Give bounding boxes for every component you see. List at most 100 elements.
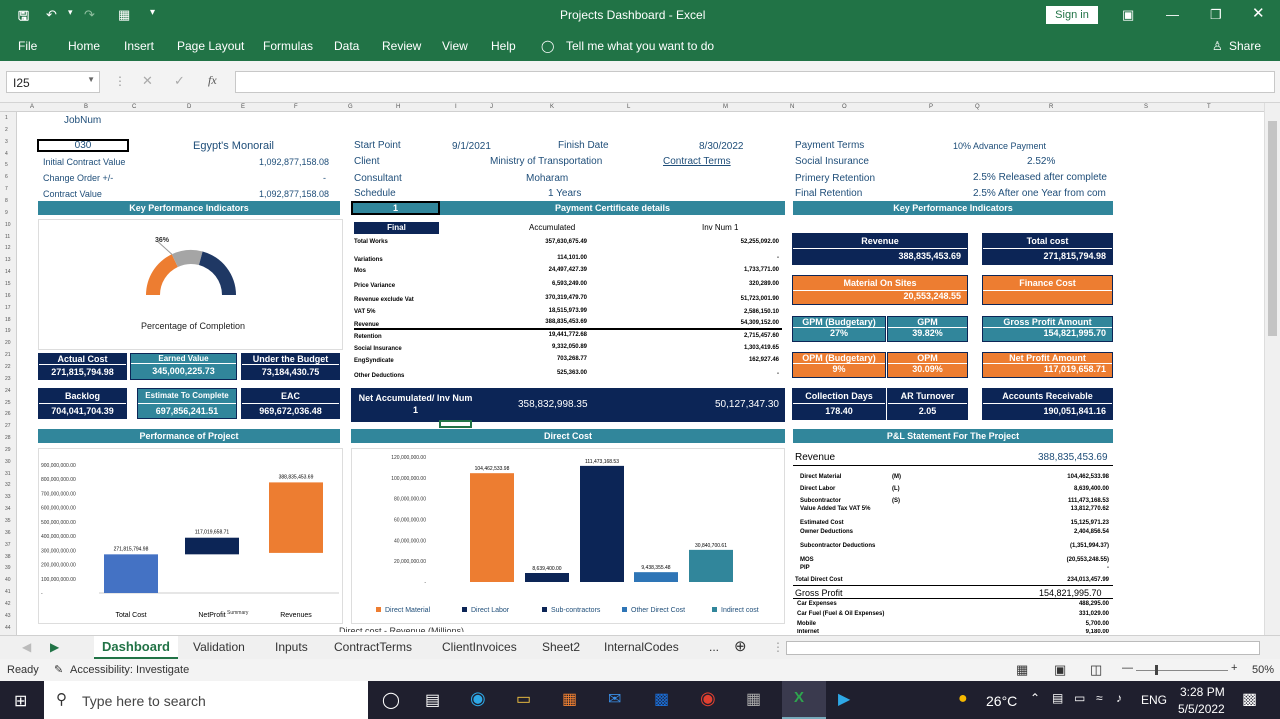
contract-terms-link[interactable]: Contract Terms [663, 156, 731, 167]
column-header[interactable]: D [187, 104, 191, 110]
column-header[interactable]: O [842, 104, 847, 110]
column-header[interactable]: S [1144, 104, 1148, 110]
tab-split-icon[interactable]: ⋮ [772, 640, 784, 654]
undo-icon[interactable]: ↶ [46, 7, 57, 23]
sheet-tab-inputs[interactable]: Inputs [275, 640, 308, 654]
task-view-icon[interactable]: ▤ [425, 690, 440, 710]
chrome-icon[interactable]: ◉ [700, 688, 716, 709]
column-header[interactable]: R [1049, 104, 1053, 110]
insert-function-icon[interactable]: fx [208, 73, 217, 88]
zoom-level[interactable]: 50% [1252, 664, 1274, 676]
sheet-tab-internalcodes[interactable]: InternalCodes [604, 640, 679, 654]
column-header[interactable]: N [790, 104, 794, 110]
row-header[interactable]: 17 [5, 305, 11, 311]
taskbar-search-box[interactable]: ⚲ Type here to search [44, 681, 368, 719]
row-header[interactable]: 2 [5, 127, 8, 133]
column-header[interactable]: P [929, 104, 933, 110]
row-header[interactable]: 22 [5, 364, 11, 370]
page-break-icon[interactable]: ◫ [1090, 662, 1102, 678]
save-icon[interactable]: 🖫 [18, 7, 29, 29]
customize-qat-icon[interactable]: ▾ [150, 7, 155, 18]
column-header[interactable]: Q [975, 104, 980, 110]
row-header[interactable]: 24 [5, 388, 11, 394]
accessibility-status[interactable]: Accessibility: Investigate [70, 664, 189, 676]
zoom-out-icon[interactable]: — [1122, 662, 1133, 674]
column-header[interactable]: H [396, 104, 400, 110]
row-header[interactable]: 8 [5, 198, 8, 204]
zoom-slider-thumb[interactable] [1155, 665, 1158, 675]
row-header[interactable]: 10 [5, 222, 11, 228]
notifications-icon[interactable]: ▩ [1242, 689, 1257, 709]
row-header[interactable]: 13 [5, 257, 11, 263]
close-icon[interactable]: ✕ [1252, 4, 1265, 22]
column-header[interactable]: M [723, 104, 728, 110]
active-cell-selection[interactable] [439, 420, 472, 428]
outlook-icon[interactable]: ▩ [654, 689, 669, 709]
tray-app-icon[interactable]: ▤ [1052, 691, 1063, 705]
page-layout-icon[interactable]: ▣ [1054, 662, 1066, 678]
row-header[interactable]: 27 [5, 423, 11, 429]
share-button[interactable]: Share [1229, 39, 1261, 53]
tab-page-layout[interactable]: Page Layout [177, 39, 244, 53]
column-header[interactable]: J [490, 104, 493, 110]
tray-chevron-icon[interactable]: ⌃ [1030, 691, 1040, 705]
tab-formulas[interactable]: Formulas [263, 39, 313, 53]
scroll-thumb[interactable] [1268, 121, 1277, 336]
normal-view-icon[interactable]: ▦ [1016, 662, 1028, 678]
cortana-icon[interactable]: ◯ [382, 690, 400, 710]
tab-insert[interactable]: Insert [124, 39, 154, 53]
row-header[interactable]: 4 [5, 151, 8, 157]
row-header[interactable]: 5 [5, 162, 8, 168]
add-sheet-icon[interactable]: ⊕ [734, 637, 747, 655]
chevron-down-icon[interactable]: ▼ [87, 75, 95, 84]
weather-temp[interactable]: 26°C [986, 693, 1017, 709]
row-header[interactable]: 37 [5, 542, 11, 548]
horizontal-scrollbar[interactable] [786, 641, 1260, 655]
windows-start-icon[interactable]: ⊞ [14, 691, 27, 711]
sign-in-button[interactable]: Sign in [1046, 6, 1098, 24]
clock-time[interactable]: 3:28 PM [1180, 685, 1225, 699]
tab-view[interactable]: View [442, 39, 468, 53]
tab-home[interactable]: Home [68, 39, 100, 53]
row-header[interactable]: 11 [5, 234, 10, 240]
row-header[interactable]: 15 [5, 281, 11, 287]
tab-help[interactable]: Help [491, 39, 516, 53]
payment-selector[interactable]: 1 [351, 201, 440, 215]
excel-taskbar-button[interactable]: X [782, 681, 826, 719]
row-header[interactable]: 1 [5, 115, 8, 121]
enter-icon[interactable]: ✓ [174, 73, 185, 89]
row-header[interactable]: 43 [5, 613, 11, 619]
column-header[interactable]: G [348, 104, 353, 110]
ribbon-display-icon[interactable]: ▣ [1122, 7, 1134, 23]
vertical-scrollbar[interactable] [1264, 103, 1280, 635]
column-header[interactable]: E [241, 104, 245, 110]
name-box[interactable]: I25 ▼ [6, 71, 100, 93]
row-header[interactable]: 29 [5, 447, 11, 453]
column-header[interactable]: F [294, 104, 298, 110]
row-header[interactable]: 42 [5, 601, 11, 607]
column-header[interactable]: A [30, 104, 34, 110]
sheet-tab-validation[interactable]: Validation [193, 640, 245, 654]
language-indicator[interactable]: ENG [1141, 693, 1167, 707]
next-sheet-icon[interactable]: ▶ [50, 640, 59, 654]
minimize-icon[interactable]: — [1166, 7, 1179, 22]
row-header[interactable]: 31 [5, 471, 11, 477]
row-header[interactable]: 33 [5, 494, 11, 500]
zoom-in-icon[interactable]: + [1231, 662, 1237, 674]
row-header[interactable]: 18 [5, 317, 11, 323]
row-header[interactable]: 35 [5, 518, 11, 524]
sheet-tab-dashboard[interactable]: Dashboard [94, 636, 178, 660]
tab-file[interactable]: File [18, 39, 37, 53]
store-icon[interactable]: ▦ [562, 689, 577, 709]
row-header[interactable]: 16 [5, 293, 11, 299]
row-header[interactable]: 6 [5, 174, 8, 180]
row-header[interactable]: 21 [5, 352, 11, 358]
edge-icon[interactable]: ◉ [470, 688, 486, 709]
column-header[interactable]: I [455, 104, 457, 110]
undo-dropdown-icon[interactable]: ▾ [68, 7, 73, 18]
sheet-tab-contractterms[interactable]: ContractTerms [334, 640, 412, 654]
redo-icon[interactable]: ↷ [84, 7, 95, 23]
row-header[interactable]: 39 [5, 565, 11, 571]
column-header[interactable]: T [1207, 104, 1211, 110]
row-header[interactable]: 44 [5, 625, 11, 631]
